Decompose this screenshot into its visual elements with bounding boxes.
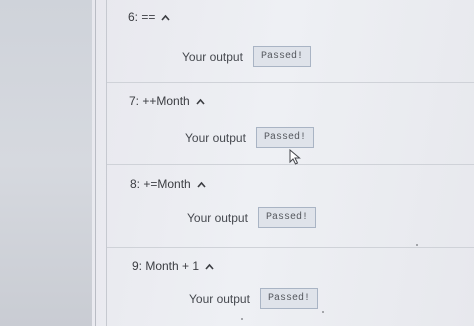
divider [107,82,474,83]
left-gutter [0,0,92,326]
chevron-up-icon[interactable] [205,263,214,270]
test-header-7[interactable]: 7: ++Month [129,94,205,108]
panel-border-inner [106,0,107,326]
output-row-7: Your output Passed! [185,127,314,148]
test-header-9[interactable]: 9: Month + 1 [132,259,214,273]
result-badge: Passed! [259,288,318,309]
test-title: 8: +=Month [130,177,191,191]
output-label: Your output [187,210,248,225]
result-badge: Passed! [255,127,314,148]
chevron-up-icon[interactable] [196,98,205,105]
result-badge: Passed! [257,207,316,228]
chevron-up-icon[interactable] [161,14,170,21]
test-title: 7: ++Month [129,94,190,108]
screen-speck [241,318,243,320]
test-header-6[interactable]: 6: == [128,10,170,24]
panel-border [95,0,96,326]
test-title: 9: Month + 1 [132,259,200,273]
output-label: Your output [182,49,243,64]
output-label: Your output [189,291,250,306]
result-badge: Passed! [252,46,311,67]
screen-speck [416,244,418,246]
screen-speck [322,311,324,313]
test-header-8[interactable]: 8: +=Month [130,177,206,191]
chevron-up-icon[interactable] [197,181,206,188]
test-title: 6: == [128,10,156,24]
divider [107,247,474,248]
output-row-9: Your output Passed! [189,288,318,309]
output-label: Your output [185,130,246,145]
output-row-8: Your output Passed! [187,207,316,228]
mouse-cursor-icon [289,148,301,165]
output-row-6: Your output Passed! [182,46,311,67]
